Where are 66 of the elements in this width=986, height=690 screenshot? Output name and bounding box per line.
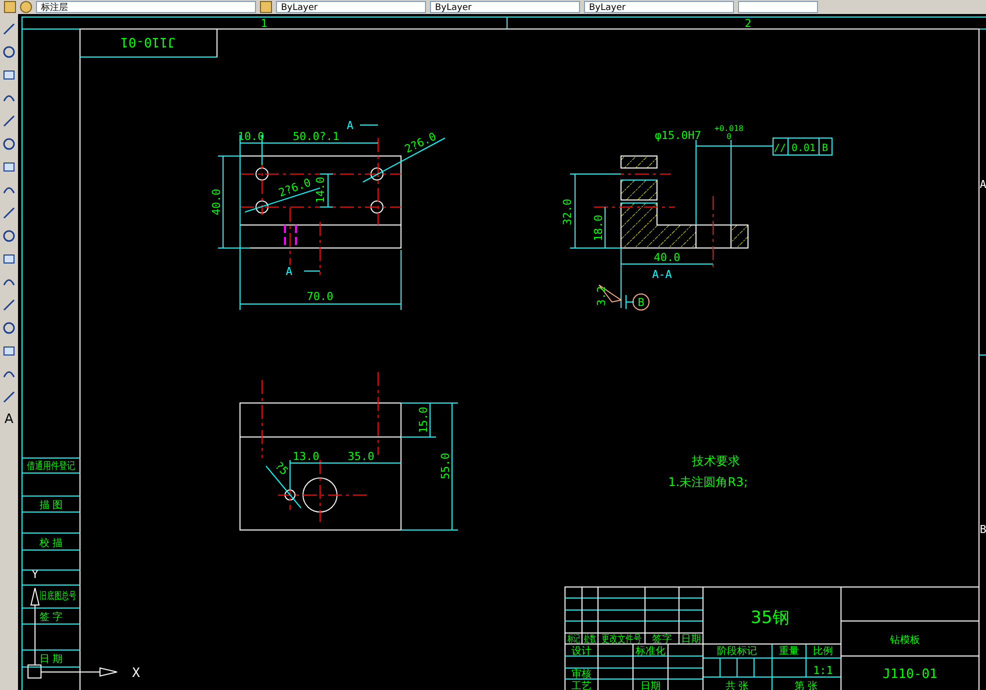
drawing-number: J110-01 bbox=[120, 34, 176, 49]
tolerance-frame-text: B bbox=[822, 143, 828, 154]
dimension-label: 14.0 bbox=[314, 176, 327, 204]
section-mark: A bbox=[286, 265, 292, 278]
dimension-label: 15.0 bbox=[417, 406, 430, 434]
part-name: 钻模板 bbox=[890, 635, 920, 646]
table-header: 签字 bbox=[652, 634, 672, 645]
dimension-label: 40.0 bbox=[654, 251, 680, 264]
tolerance-lower: 0 bbox=[726, 132, 732, 141]
table-label: 工艺 bbox=[572, 681, 592, 690]
section-title: A-A bbox=[652, 268, 672, 281]
roughness-value: 3.2 bbox=[595, 286, 608, 306]
ucs-axes-icon bbox=[28, 588, 118, 678]
tolerance-upper: +0.018 bbox=[714, 124, 744, 133]
table-label: 审核 bbox=[572, 669, 592, 680]
table-label: 比例 bbox=[813, 646, 833, 657]
style-dropdown[interactable] bbox=[738, 1, 818, 13]
dimension-label: ?5 bbox=[272, 459, 291, 478]
tolerance-frame-text: // bbox=[774, 143, 786, 154]
dimension-label: 55.0 bbox=[439, 452, 452, 480]
table-header: 处数 bbox=[584, 632, 596, 644]
table-header: 标记 bbox=[567, 632, 580, 644]
tolerance-frame-text: 0.01 bbox=[791, 143, 816, 154]
property-dropdown[interactable]: ByLayer bbox=[430, 1, 580, 13]
table-header: 日期 bbox=[681, 634, 701, 645]
zone-label: 1 bbox=[260, 17, 268, 30]
section-mark: A bbox=[346, 119, 354, 132]
zone-label: 2 bbox=[744, 17, 752, 30]
table-label: 日期 bbox=[640, 681, 660, 690]
strip-label: 旧底图总号 bbox=[39, 590, 77, 602]
material-text: 35钢 bbox=[750, 608, 790, 628]
hole-dimension: φ15.0H7 bbox=[654, 129, 702, 142]
scale-value: 1:1 bbox=[813, 664, 833, 677]
x-axis-label: X bbox=[132, 666, 140, 681]
dimension-label: 13.0 bbox=[292, 450, 320, 463]
dimension-label: 10.0 bbox=[238, 130, 264, 143]
table-label: 阶段标记 bbox=[717, 646, 757, 657]
table-label: 设计 bbox=[572, 646, 592, 657]
dimension-label: 70.0 bbox=[306, 290, 334, 303]
table-header: 更改文件号 bbox=[602, 634, 642, 646]
note-text: 1.未注圆角R3; bbox=[668, 475, 748, 489]
zone-label: A bbox=[980, 178, 986, 191]
layer-dropdown[interactable]: 标注层 bbox=[36, 1, 256, 13]
line-icon[interactable] bbox=[2, 22, 16, 36]
dimension-label: 35.0 bbox=[348, 450, 374, 463]
table-label: 标准化 bbox=[636, 646, 666, 657]
strip-label: 描 图 bbox=[39, 500, 63, 511]
property-dropdown[interactable]: ByLayer bbox=[584, 1, 734, 13]
dimension-label: 40.0 bbox=[210, 188, 223, 216]
table-label: 重量 bbox=[779, 646, 799, 657]
zone-label: B bbox=[980, 523, 986, 536]
datum-label: B bbox=[638, 296, 644, 309]
dimension-label: 50.0?.1 bbox=[292, 130, 340, 143]
notes-title: 技术要求 bbox=[692, 454, 740, 468]
table-label: 第 张 bbox=[794, 681, 818, 690]
strip-label: 校 描 bbox=[39, 538, 63, 549]
dimension-label: 32.0 bbox=[561, 198, 574, 226]
drawing-number: J110-01 bbox=[882, 667, 938, 682]
strip-label: 签 字 bbox=[39, 612, 63, 623]
dimension-label: 2?6.0 bbox=[277, 176, 313, 200]
strip-label: 日 期 bbox=[39, 654, 63, 665]
text-tool-button[interactable]: A bbox=[4, 413, 14, 427]
dimension-label: 18.0 bbox=[592, 214, 605, 242]
strip-label: 借通用件登记 bbox=[27, 461, 75, 472]
property-dropdown[interactable]: ByLayer bbox=[276, 1, 426, 13]
y-axis-label: Y bbox=[32, 568, 38, 581]
